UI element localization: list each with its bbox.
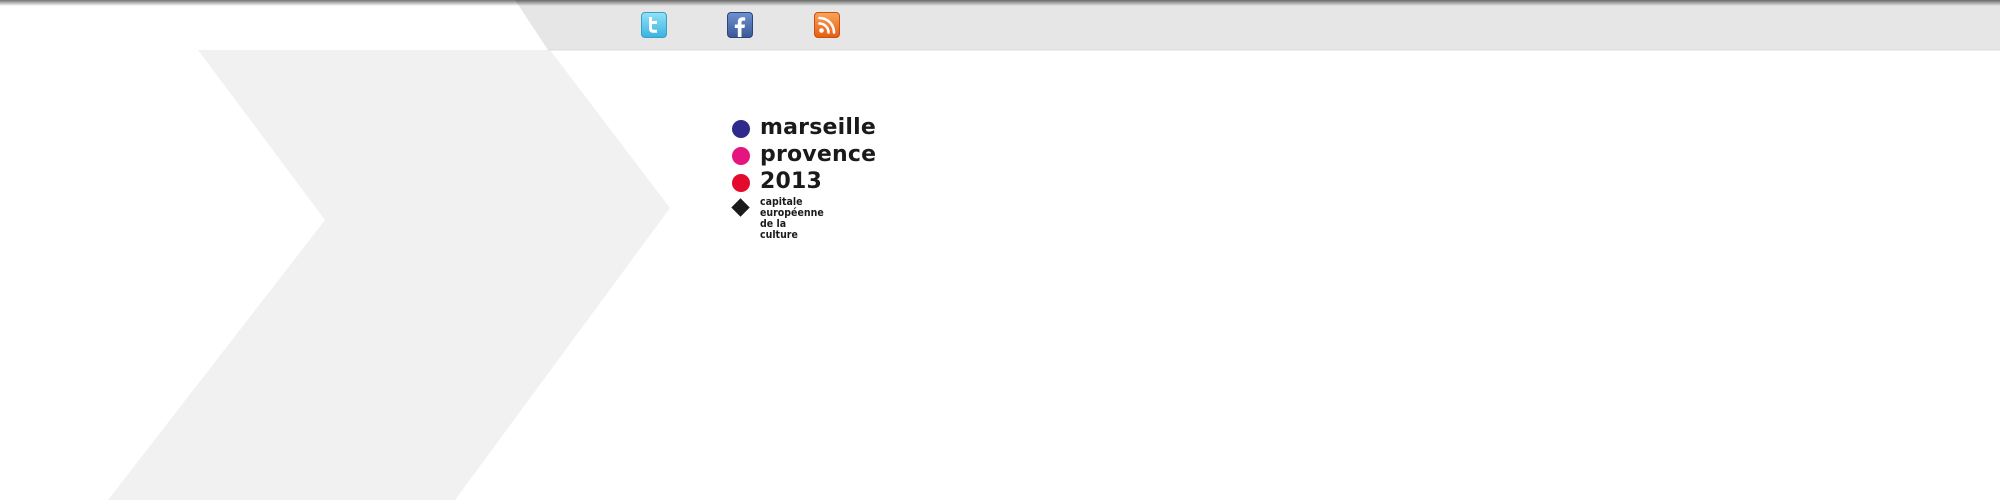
logo-word-marseille: marseille bbox=[760, 115, 876, 140]
social-links-bar bbox=[0, 0, 2000, 50]
top-shadow bbox=[0, 0, 2000, 6]
blue-dot-icon bbox=[732, 120, 750, 138]
facebook-icon[interactable] bbox=[727, 12, 753, 38]
red-dot-icon bbox=[732, 174, 750, 192]
chevron-shape bbox=[108, 50, 670, 500]
background-shapes bbox=[108, 0, 2000, 500]
page: marseille provence 2013 capitale europée… bbox=[0, 0, 2000, 500]
tagline-line-1: capitale européenne bbox=[760, 196, 824, 219]
rss-icon[interactable] bbox=[814, 12, 840, 38]
twitter-icon[interactable] bbox=[641, 12, 667, 38]
tagline-line-2: de la culture bbox=[760, 218, 798, 241]
pink-dot-icon bbox=[732, 147, 750, 165]
logo-word-provence: provence bbox=[760, 142, 877, 167]
logo-word-year: 2013 bbox=[760, 169, 823, 194]
logo-tagline: capitale européenne de la culture bbox=[760, 197, 824, 241]
